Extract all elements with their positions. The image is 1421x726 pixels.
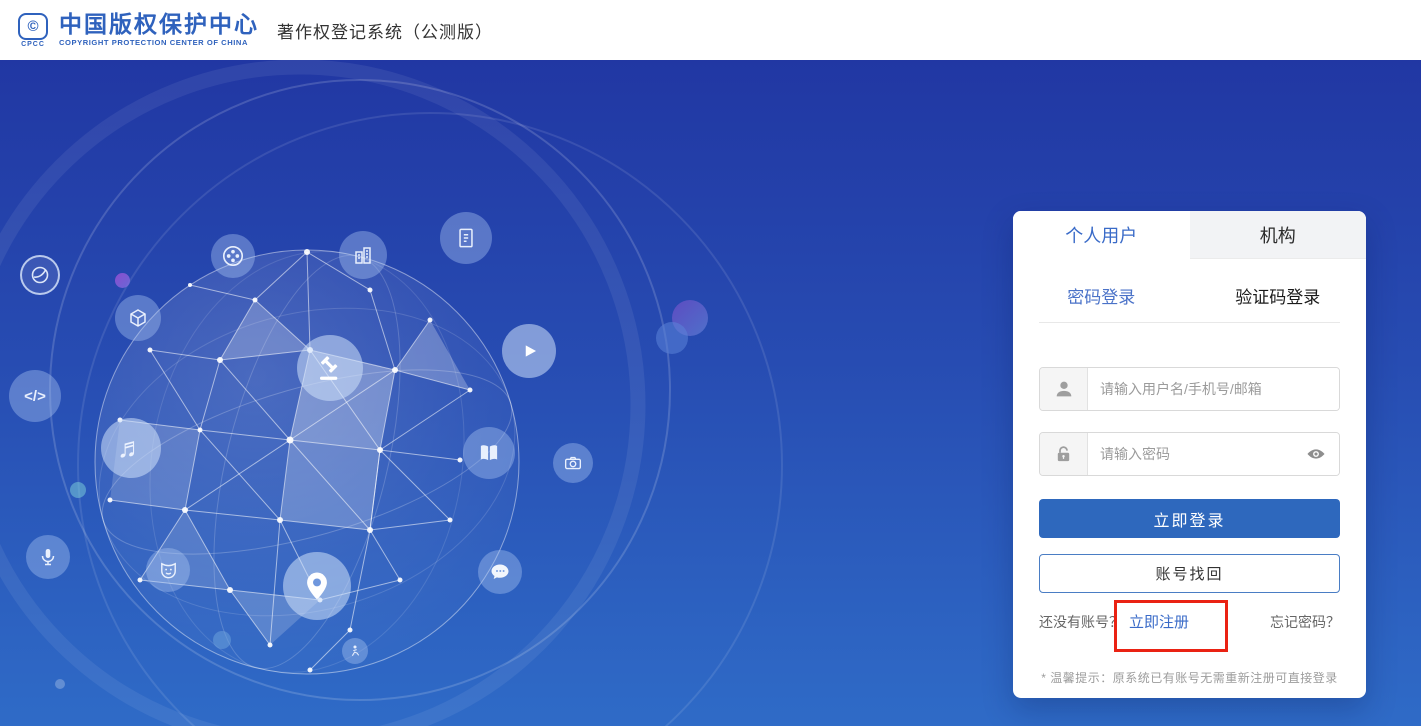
tab-password-login[interactable]: 密码登录 xyxy=(1013,283,1190,308)
tip-text: * 温馨提示：原系统已有账号无需重新注册可直接登录 xyxy=(1013,669,1366,686)
top-header: © CPCC 中国版权保护中心 COPYRIGHT PROTECTION CEN… xyxy=(0,0,1421,60)
bokeh-dot xyxy=(213,631,231,649)
password-input-group xyxy=(1039,432,1340,476)
building-icon xyxy=(339,231,387,279)
chat-icon xyxy=(478,550,522,594)
forgot-password-link[interactable]: 忘记密码？ xyxy=(1270,612,1340,632)
toggle-password-visibility-icon[interactable] xyxy=(1305,433,1339,475)
cube-icon xyxy=(115,295,161,341)
code-icon: </> xyxy=(9,370,61,422)
tab-code-login[interactable]: 验证码登录 xyxy=(1190,283,1367,308)
hero-banner: </> ♬ xyxy=(0,60,1421,726)
music-icon: ♬ xyxy=(101,418,161,478)
location-pin-icon xyxy=(283,552,351,620)
login-form: 立即登录 账号找回 还没有账号？ 立即注册 忘记密码？ xyxy=(1013,367,1366,632)
logo-name-en: COPYRIGHT PROTECTION CENTER OF CHINA xyxy=(59,38,259,47)
copyright-symbol-icon: © xyxy=(18,13,48,40)
tab-organization[interactable]: 机构 xyxy=(1190,211,1367,259)
user-type-tabs: 个人用户 机构 xyxy=(1013,211,1366,259)
bokeh-dot xyxy=(70,482,86,498)
film-reel-icon xyxy=(211,234,255,278)
system-title: 著作权登记系统（公测版） xyxy=(277,18,493,43)
login-button[interactable]: 立即登录 xyxy=(1039,499,1340,538)
camera-icon xyxy=(553,443,593,483)
password-input[interactable] xyxy=(1088,433,1305,475)
login-method-tabs: 密码登录 验证码登录 xyxy=(1013,283,1366,308)
username-input-group xyxy=(1039,367,1340,411)
register-link[interactable]: 立即注册 xyxy=(1129,611,1189,632)
no-account-text: 还没有账号？ xyxy=(1039,612,1123,632)
tab-personal-user[interactable]: 个人用户 xyxy=(1013,211,1190,259)
links-row: 还没有账号？ 立即注册 忘记密码？ xyxy=(1039,611,1340,632)
user-icon xyxy=(1040,368,1088,410)
cpcc-badge: CPCC xyxy=(14,41,52,48)
login-card: 个人用户 机构 密码登录 验证码登录 xyxy=(1013,211,1366,698)
play-icon xyxy=(502,324,556,378)
document-icon xyxy=(440,212,492,264)
mask-icon xyxy=(146,548,190,592)
username-input[interactable] xyxy=(1088,368,1339,410)
cpcc-logo[interactable]: © CPCC 中国版权保护中心 COPYRIGHT PROTECTION CEN… xyxy=(14,13,259,48)
bokeh-dot xyxy=(656,322,688,354)
lock-icon xyxy=(1040,433,1088,475)
skater-icon xyxy=(342,638,368,664)
cpcc-logo-icon: © CPCC xyxy=(14,13,52,48)
compass-icon xyxy=(20,255,60,295)
logo-name-zh: 中国版权保护中心 xyxy=(59,13,259,36)
tabs-divider xyxy=(1039,322,1340,323)
mic-icon xyxy=(26,535,70,579)
account-recover-button[interactable]: 账号找回 xyxy=(1039,554,1340,593)
bokeh-dot xyxy=(55,679,65,689)
gavel-icon xyxy=(297,335,363,401)
bokeh-dot xyxy=(115,273,130,288)
book-icon xyxy=(463,427,515,479)
